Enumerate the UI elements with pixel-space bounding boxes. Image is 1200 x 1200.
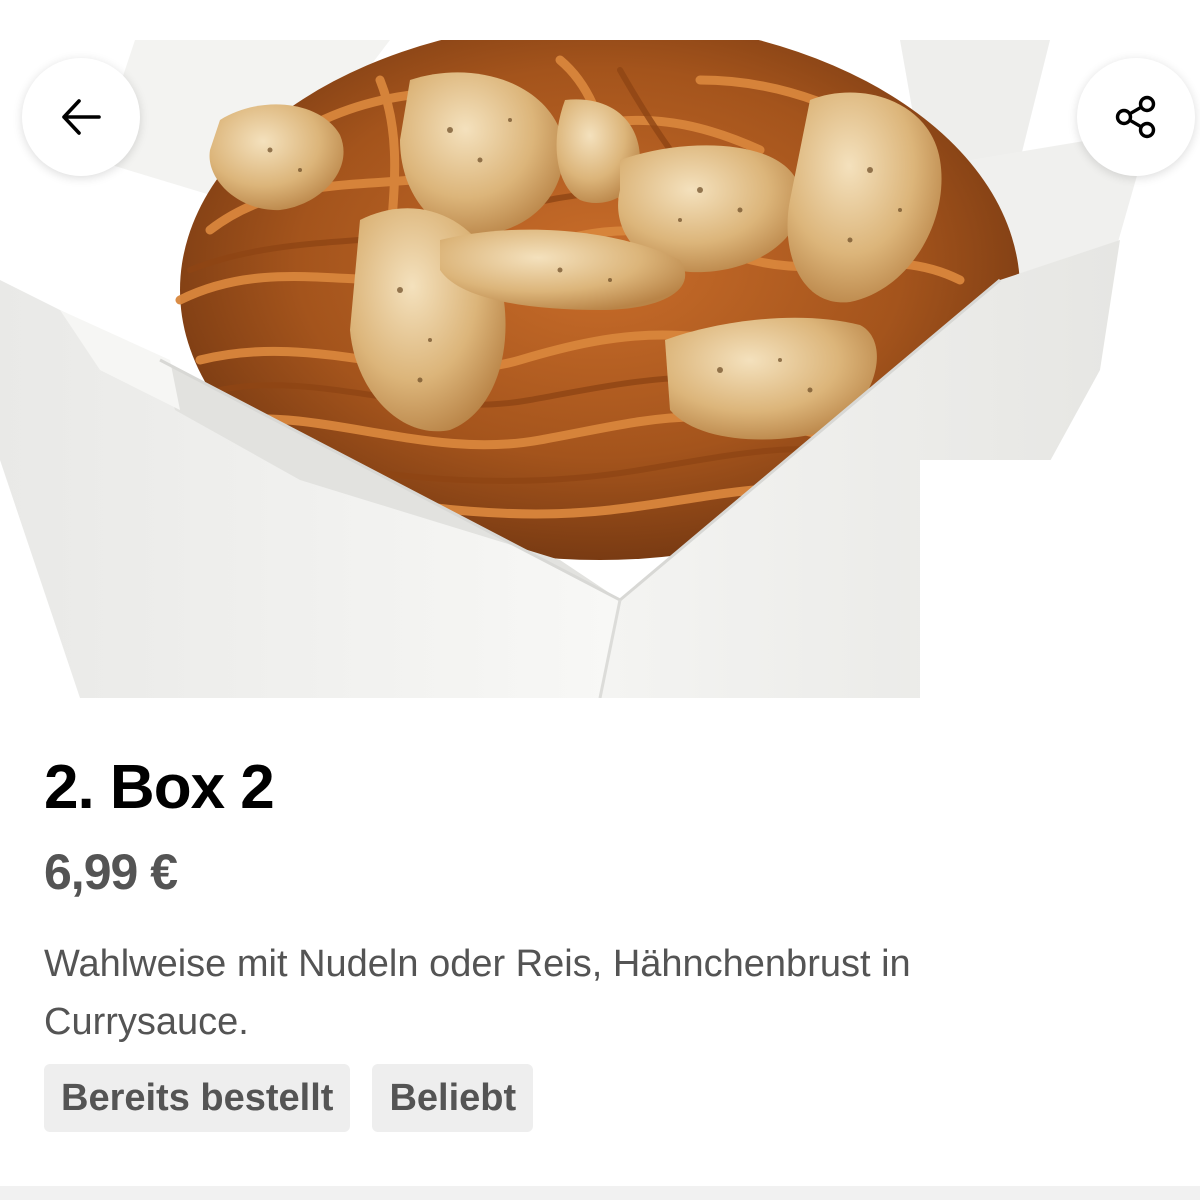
share-button[interactable] — [1077, 58, 1195, 176]
back-button[interactable] — [22, 58, 140, 176]
share-icon — [1115, 95, 1156, 139]
arrow-left-icon — [62, 99, 101, 135]
tag-already-ordered: Bereits bestellt — [44, 1064, 351, 1132]
product-description: Wahlweise mit Nudeln oder Reis, Hähnchen… — [44, 943, 911, 1043]
noodle-box-illustration — [0, 40, 1200, 698]
product-price: 6,99 € — [44, 844, 178, 900]
product-image — [0, 40, 1200, 698]
tag-popular: Beliebt — [372, 1064, 534, 1132]
section-divider — [0, 1186, 1200, 1200]
tag-list: Bereits bestellt Beliebt — [44, 1064, 534, 1132]
product-title: 2. Box 2 — [44, 753, 275, 822]
